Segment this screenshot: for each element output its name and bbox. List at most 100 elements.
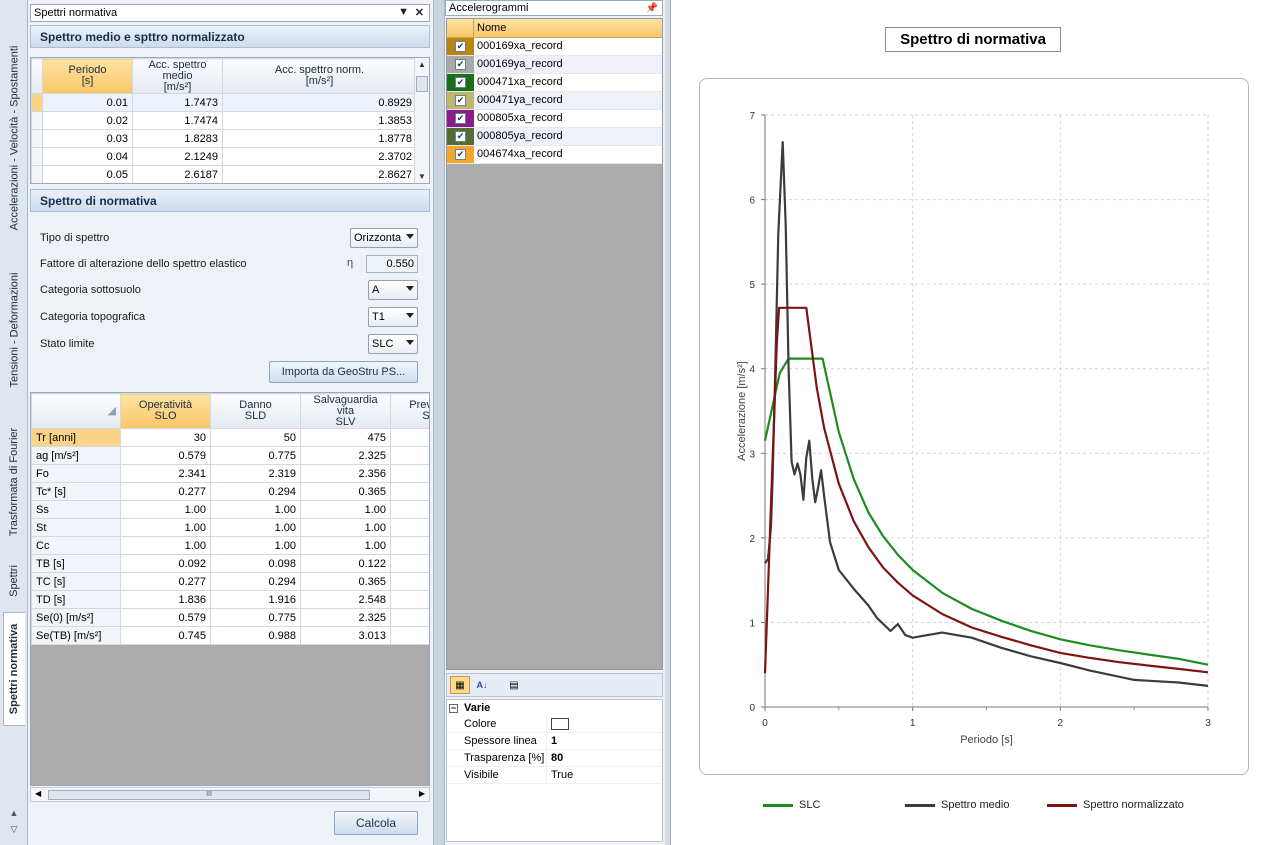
checkbox[interactable]: ✔: [455, 77, 466, 88]
checkbox[interactable]: ✔: [455, 149, 466, 160]
chevron-down-icon: [406, 313, 414, 318]
property-row-trasparenza[interactable]: Trasparenza [%] 80: [447, 750, 662, 767]
col-header-periodo[interactable]: Periodo [s]: [42, 58, 133, 94]
sort-alpha-icon[interactable]: A↓: [472, 676, 492, 694]
tab-spettri[interactable]: Spettri: [3, 558, 25, 604]
legend-item-spettro-medio[interactable]: Spettro medio: [905, 799, 1009, 811]
scroll-left-icon[interactable]: ◀: [35, 789, 41, 798]
checkbox[interactable]: ✔: [455, 95, 466, 106]
fattore-label: Fattore di alterazione dello spettro ela…: [40, 258, 247, 270]
scroll-right-icon[interactable]: ▶: [419, 789, 425, 798]
property-row-spessore[interactable]: Spessore linea 1: [447, 733, 662, 750]
eta-symbol: η: [347, 257, 354, 269]
table-row[interactable]: 0.05 2.6187 2.8627: [31, 165, 417, 183]
table-row[interactable]: Se(TB) [m/s²] 0.745 0.988 3.013: [31, 626, 429, 645]
table-row[interactable]: Fo 2.341 2.319 2.356: [31, 464, 429, 483]
table-row[interactable]: ag [m/s²] 0.579 0.775 2.325: [31, 446, 429, 465]
legend-item-slc[interactable]: SLC: [763, 799, 820, 811]
scroll-down-icon[interactable]: ▼: [415, 172, 429, 181]
x-tick-label: 2: [1058, 718, 1064, 729]
list-item[interactable]: ✔ 000169xa_record: [447, 38, 662, 56]
table-row[interactable]: 0.02 1.7474 1.3853: [31, 111, 417, 130]
table-row[interactable]: TC [s] 0.277 0.294 0.365: [31, 572, 429, 591]
stati-limite-grid[interactable]: ◢ Operatività SLO Danno SLD Salvaguardia…: [30, 392, 430, 786]
y-tick-label: 1: [749, 618, 755, 629]
section-header-spettro-normativa: Spettro di normativa: [30, 189, 430, 212]
col-header-slo[interactable]: Operatività SLO: [120, 393, 211, 429]
tipo-spettro-label: Tipo di spettro: [40, 232, 110, 244]
table-row[interactable]: St 1.00 1.00 1.00: [31, 518, 429, 537]
tab-scroll-down-icon[interactable]: ▽: [6, 821, 22, 837]
sottosuolo-select[interactable]: A: [368, 280, 418, 300]
list-item[interactable]: ✔ 000169ya_record: [447, 56, 662, 74]
property-row-visibile[interactable]: Visibile True: [447, 767, 662, 784]
checkbox[interactable]: ✔: [455, 113, 466, 124]
scroll-thumb[interactable]: [416, 76, 428, 92]
stato-limite-select[interactable]: SLC: [368, 334, 418, 354]
list-item[interactable]: ✔ 004674xa_record: [447, 146, 662, 164]
col-header-nome[interactable]: Nome: [474, 19, 506, 37]
list-item[interactable]: ✔ 000471ya_record: [447, 92, 662, 110]
tab-spettri-normativa[interactable]: Spettri normativa: [3, 612, 25, 726]
spettro-medio-grid[interactable]: Periodo [s] Acc. spettro medio [m/s²] Ac…: [30, 57, 430, 184]
tab-scroll-up-icon[interactable]: ▲: [6, 805, 22, 821]
table-row[interactable]: Tr [anni] 30 50 475: [31, 428, 429, 447]
col-header-acc-norm[interactable]: Acc. spettro norm. [m/s²]: [222, 58, 417, 94]
table-row[interactable]: Se(0) [m/s²] 0.579 0.775 2.325: [31, 608, 429, 627]
list-item-label: 004674xa_record: [477, 148, 563, 160]
panel-dropdown-icon[interactable]: ▼: [398, 6, 409, 18]
accelerogrammi-panel: Accelerogrammi 📌 Nome ✔ 000169xa_record ✔ 0…: [445, 0, 665, 845]
series-line-0: [763, 357, 1209, 666]
scroll-thumb[interactable]: III: [48, 790, 370, 800]
list-item[interactable]: ✔ 000805ya_record: [447, 128, 662, 146]
property-row-colore[interactable]: Colore: [447, 716, 662, 733]
checkbox[interactable]: ✔: [455, 59, 466, 70]
calcola-button[interactable]: Calcola: [334, 811, 418, 835]
grid-corner[interactable]: ◢: [31, 393, 121, 429]
legend-item-spettro-normalizzato[interactable]: Spettro normalizzato: [1047, 799, 1184, 811]
fattore-input[interactable]: 0.550: [366, 255, 418, 273]
col-header-sld[interactable]: Danno SLD: [210, 393, 301, 429]
scroll-up-icon[interactable]: ▲: [415, 60, 429, 69]
list-item[interactable]: ✔ 000471xa_record: [447, 74, 662, 92]
topografica-select[interactable]: T1: [368, 307, 418, 327]
table-row[interactable]: Tc* [s] 0.277 0.294 0.365: [31, 482, 429, 501]
table-row[interactable]: 0.01 1.7473 0.8929: [31, 93, 417, 112]
close-icon[interactable]: ✕: [415, 6, 424, 19]
table-row[interactable]: 0.03 1.8283 1.8778: [31, 129, 417, 148]
collapse-icon[interactable]: −: [449, 703, 458, 713]
checkbox[interactable]: ✔: [455, 41, 466, 52]
tab-accelerazioni[interactable]: Accelerazioni - Velocità - Spostamenti: [3, 42, 25, 234]
list-item-label: 000471ya_record: [477, 94, 563, 106]
accelerogrammi-list[interactable]: Nome ✔ 000169xa_record ✔ 000169ya_record ✔ 00…: [446, 18, 663, 670]
table-row[interactable]: TD [s] 1.836 1.916 2.548: [31, 590, 429, 609]
color-swatch: ✔: [447, 38, 474, 55]
tab-tensioni[interactable]: Tensioni - Deformazioni: [3, 266, 25, 394]
list-item[interactable]: ✔ 000805xa_record: [447, 110, 662, 128]
panel-title: Spettri normativa: [34, 7, 118, 19]
importa-geostru-button[interactable]: Importa da GeoStru PS...: [269, 361, 418, 383]
accelerogrammi-title-bar: Accelerogrammi 📌: [445, 0, 663, 16]
series-line-2: [763, 306, 1209, 674]
col-header-acc-medio[interactable]: Acc. spettro medio [m/s²]: [132, 58, 223, 94]
col-header-slv[interactable]: Salvaguardia vita SLV: [300, 393, 391, 429]
tab-fourier[interactable]: Trasformata di Fourier: [3, 420, 25, 544]
tipo-spettro-select[interactable]: Orizzonta: [350, 228, 418, 248]
topografica-label: Categoria topografica: [40, 311, 146, 323]
horizontal-scrollbar[interactable]: ◀ III ▶: [30, 787, 430, 802]
pin-icon[interactable]: 📌: [646, 2, 658, 16]
table1-vertical-scrollbar[interactable]: ▲ ▼: [414, 58, 429, 183]
table-row[interactable]: Cc 1.00 1.00 1.00: [31, 536, 429, 555]
y-tick-label: 2: [749, 534, 755, 545]
color-swatch: ✔: [447, 56, 474, 73]
checkbox[interactable]: ✔: [455, 131, 466, 142]
panel-splitter[interactable]: [433, 0, 445, 845]
table-row[interactable]: TB [s] 0.092 0.098 0.122: [31, 554, 429, 573]
list-item-label: 000805ya_record: [477, 130, 563, 142]
color-swatch[interactable]: [551, 718, 569, 730]
table-row[interactable]: 0.04 2.1249 2.3702: [31, 147, 417, 166]
property-pages-icon[interactable]: ▤: [504, 676, 524, 694]
categorized-icon[interactable]: ▦: [450, 676, 470, 694]
col-header-slc[interactable]: Prev. c S: [390, 393, 429, 429]
table-row[interactable]: Ss 1.00 1.00 1.00: [31, 500, 429, 519]
